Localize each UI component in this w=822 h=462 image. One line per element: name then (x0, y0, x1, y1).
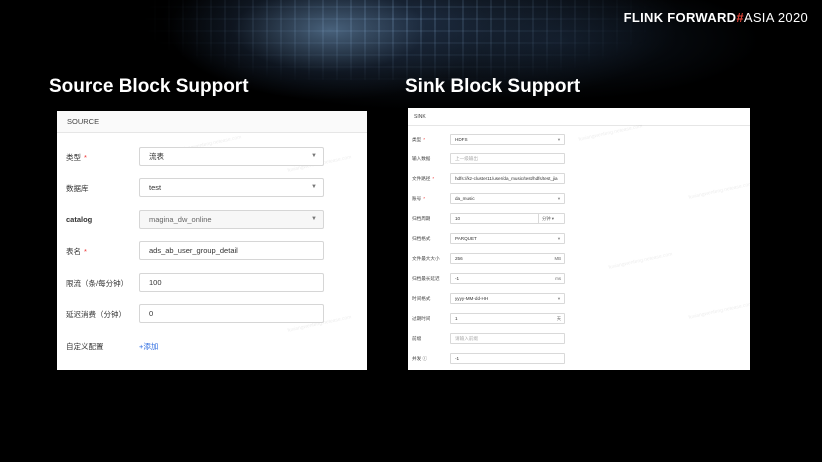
sink-archive-format-select[interactable]: PARQUET ▼ (450, 233, 565, 244)
sink-row-time-format: 时间格式 yyyy-MM-dd-HH ▼ (408, 293, 750, 305)
sink-max-file-size-input[interactable]: 256 MB (450, 253, 565, 264)
source-delay-input[interactable]: 0 (139, 304, 324, 323)
source-row-type: 类型 * 流表 ▼ (57, 147, 367, 167)
sink-row-archive-delay: 归档最长延迟 -1 ms (408, 273, 750, 285)
source-row-table-name: 表名 * ads_ab_user_group_detail (57, 241, 367, 261)
brand-asia-2020: ASIA 2020 (743, 10, 808, 25)
sink-archive-format-label: 归档格式 (412, 236, 431, 241)
chevron-down-icon: ▼ (557, 236, 561, 241)
sink-input-data-field[interactable]: 上一级输出 (450, 153, 565, 164)
sink-file-path-label: 文件路径 * (412, 176, 435, 181)
sink-type-label: 类型 * (412, 137, 425, 142)
source-rate-limit-label: 限流（条/每分钟） (66, 279, 129, 288)
sink-parallelism-label: 并发 ⓘ (412, 356, 428, 361)
sink-row-input-data: 输入数据 上一级输出 (408, 153, 750, 165)
source-rate-limit-input[interactable]: 100 (139, 273, 324, 292)
chevron-down-icon: ▼ (311, 153, 317, 159)
source-table-name-input[interactable]: ads_ab_user_group_detail (139, 241, 324, 260)
sink-row-type: 类型 * HDFS ▼ (408, 134, 750, 146)
sink-section-title: Sink Block Support (405, 76, 581, 97)
sink-row-file-path: 文件路径 * hdfs://kz-cluster11/user/da_music/… (408, 173, 750, 185)
sink-row-max-file-size: 文件最大大小 256 MB (408, 253, 750, 265)
source-table-name-label: 表名 * (66, 247, 87, 256)
chevron-down-icon: ▼ (557, 137, 561, 142)
brand-hash: # (736, 10, 744, 25)
sink-prefix-label: 前缀 (412, 336, 422, 341)
sink-row-parallelism: 并发 ⓘ -1 (408, 353, 750, 365)
sink-file-path-input[interactable]: hdfs://kz-cluster11/user/da_music/test/h… (450, 173, 565, 184)
source-row-catalog: catalog magina_dw_online ▼ (57, 210, 367, 230)
source-row-delay: 延迟消费（分钟） 0 (57, 304, 367, 324)
sink-row-account: 账号 * da_music ▼ (408, 193, 750, 205)
add-config-link[interactable]: +添加 (139, 341, 158, 352)
sink-panel-header: SINK (408, 108, 750, 126)
sink-parallelism-input[interactable]: -1 (450, 353, 565, 364)
sink-account-label: 账号 * (412, 196, 425, 201)
chevron-down-icon: ▼ (311, 184, 317, 190)
source-panel-header: SOURCE (57, 111, 367, 133)
source-catalog-select[interactable]: magina_dw_online ▼ (139, 210, 324, 229)
sink-time-format-select[interactable]: yyyy-MM-dd-HH ▼ (450, 293, 565, 304)
event-logo: FLINK FORWARD#ASIA 2020 (624, 10, 808, 25)
source-row-database: 数据库 test ▼ (57, 178, 367, 198)
sink-row-expire-time: 过期时间 1天 (408, 313, 750, 325)
sink-row-archive-period: 归档周期 10 分钟 ▾ (408, 213, 750, 225)
sink-row-prefix: 前缀 请输入前缀 (408, 333, 750, 345)
sink-time-format-label: 时间格式 (412, 296, 431, 301)
sink-archive-delay-input[interactable]: -1 ms (450, 273, 565, 284)
chevron-down-icon: ▼ (557, 296, 561, 301)
chevron-down-icon: ▼ (557, 196, 561, 201)
sink-archive-period-unit-select[interactable]: 分钟 ▾ (538, 214, 564, 223)
sink-expire-time-label: 过期时间 (412, 316, 431, 321)
source-row-rate-limit: 限流（条/每分钟） 100 (57, 273, 367, 293)
sink-prefix-input[interactable]: 请输入前缀 (450, 333, 565, 344)
source-database-label: 数据库 (66, 184, 89, 193)
sink-row-archive-format: 归档格式 PARQUET ▼ (408, 233, 750, 245)
brand-flink-forward: FLINK FORWARD (623, 10, 737, 25)
source-catalog-label: catalog (66, 215, 93, 224)
chevron-down-icon: ▼ (311, 216, 317, 222)
source-database-select[interactable]: test ▼ (139, 178, 324, 197)
sink-max-file-size-label: 文件最大大小 (412, 256, 440, 261)
sink-type-select[interactable]: HDFS ▼ (450, 134, 565, 145)
sink-archive-period-label: 归档周期 (412, 216, 431, 221)
sink-expire-time-input[interactable]: 1天 (450, 313, 565, 324)
sink-archive-period-input[interactable]: 10 分钟 ▾ (450, 213, 565, 224)
sink-config-panel: SINK fuxiangwenfeng.netease.com fuxiangw… (408, 108, 753, 370)
sink-input-data-label: 输入数据 (412, 156, 431, 161)
source-custom-config-label: 自定义配置 (66, 342, 104, 351)
source-type-label: 类型 * (66, 153, 87, 162)
source-type-select[interactable]: 流表 ▼ (139, 147, 324, 166)
sink-archive-delay-label: 归档最长延迟 (412, 276, 440, 281)
source-delay-label: 延迟消费（分钟） (66, 310, 126, 319)
source-config-panel: SOURCE fuxiangwenfeng.netease.com fuxian… (57, 111, 367, 370)
source-row-custom-config: 自定义配置 +添加 (57, 336, 367, 356)
sink-account-select[interactable]: da_music ▼ (450, 193, 565, 204)
source-section-title: Source Block Support (49, 76, 249, 97)
